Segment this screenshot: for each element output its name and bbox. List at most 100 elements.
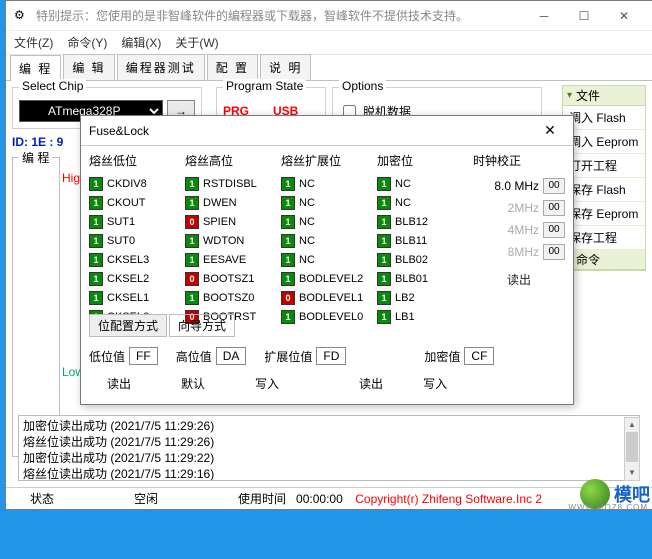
fuse-bit-row[interactable]: 1BODLEVEL2 xyxy=(281,270,373,288)
close-button[interactable]: ✕ xyxy=(604,2,644,30)
fuse-bit-indicator[interactable]: 1 xyxy=(281,272,295,286)
fuse-bit-indicator[interactable]: 1 xyxy=(89,272,103,286)
clock-read-button[interactable]: 读出 xyxy=(473,271,565,288)
fuse-bit-indicator[interactable]: 0 xyxy=(281,291,295,305)
fuse-bit-row[interactable]: 1 BOOTSZ0 xyxy=(185,289,277,307)
fuse-bit-row[interactable]: 1NC xyxy=(281,251,373,269)
fuse-bit-indicator[interactable]: 1 xyxy=(281,177,295,191)
fuse-bit-label: BOOTSZ0 xyxy=(203,292,254,304)
fuse-bit-row[interactable]: 1BLB12 xyxy=(377,213,469,231)
fuse-bit-indicator[interactable]: 1 xyxy=(185,253,199,267)
fuse-bit-row[interactable]: 1LB1 xyxy=(377,308,469,326)
fuse-bit-row[interactable]: 1BODLEVEL0 xyxy=(281,308,373,326)
fuse-bit-indicator[interactable]: 0 xyxy=(185,215,199,229)
scroll-down-icon[interactable]: ▼ xyxy=(625,466,639,480)
fuse-bit-row[interactable]: 1BLB11 xyxy=(377,232,469,250)
clock-row[interactable]: 8.0 MHz00 xyxy=(473,175,565,197)
tab-edit[interactable]: 编 辑 xyxy=(63,54,114,80)
fuse-bit-indicator[interactable]: 1 xyxy=(89,177,103,191)
fuse-bit-row[interactable]: 0BODLEVEL1 xyxy=(281,289,373,307)
fuse-bit-row[interactable]: 1NC xyxy=(377,194,469,212)
clock-value[interactable]: 00 xyxy=(543,178,565,194)
side-save-eeprom[interactable]: 保存 Eeprom xyxy=(563,202,645,226)
fuse-bit-indicator[interactable]: 1 xyxy=(89,291,103,305)
fuse-bit-row[interactable]: 1BLB01 xyxy=(377,270,469,288)
side-save-flash[interactable]: 保存 Flash xyxy=(563,178,645,202)
side-load-flash[interactable]: 调入 Flash xyxy=(563,106,645,130)
fuse-bit-row[interactable]: 1CKSEL1 xyxy=(89,289,181,307)
side-save-project[interactable]: 保存工程 xyxy=(563,226,645,250)
fuse-bit-row[interactable]: 1CKSEL3 xyxy=(89,251,181,269)
log-scrollbar[interactable]: ▲ ▼ xyxy=(624,417,640,481)
menu-file[interactable]: 文件(Z) xyxy=(14,34,53,51)
fuse-bit-row[interactable]: 1NC xyxy=(281,213,373,231)
fuse-bit-row[interactable]: 1CKOUT xyxy=(89,194,181,212)
side-load-eeprom[interactable]: 调入 Eeprom xyxy=(563,130,645,154)
lock-read-button[interactable]: 读出 xyxy=(359,375,383,392)
high-value-box[interactable]: DA xyxy=(216,347,247,365)
fuse-bit-row[interactable]: 1RSTDISBL xyxy=(185,175,277,193)
fuse-bit-row[interactable]: 1NC xyxy=(281,232,373,250)
side-head-cmd[interactable]: ▾ 命令 xyxy=(563,250,645,270)
fuse-write-button[interactable]: 写入 xyxy=(255,375,279,392)
fuse-bit-row[interactable]: 1WDTON xyxy=(185,232,277,250)
fuse-bit-indicator[interactable]: 1 xyxy=(281,196,295,210)
fuse-bit-row[interactable]: 1CKSEL2 xyxy=(89,270,181,288)
fuse-bit-row[interactable]: 1NC xyxy=(377,175,469,193)
low-value-box[interactable]: FF xyxy=(129,347,158,365)
fuse-bit-indicator[interactable]: 1 xyxy=(377,291,391,305)
fuse-bit-indicator[interactable]: 1 xyxy=(185,234,199,248)
side-open-project[interactable]: 打开工程 xyxy=(563,154,645,178)
tab-help[interactable]: 说 明 xyxy=(260,54,311,80)
fuse-bit-indicator[interactable]: 1 xyxy=(281,310,295,324)
fuse-bit-indicator[interactable]: 1 xyxy=(185,291,199,305)
fuse-bit-indicator[interactable]: 1 xyxy=(89,196,103,210)
fuse-bit-indicator[interactable]: 1 xyxy=(377,196,391,210)
menu-about[interactable]: 关于(W) xyxy=(175,34,218,51)
tab-config[interactable]: 配 置 xyxy=(207,54,258,80)
fuse-bit-row[interactable]: 0SPIEN xyxy=(185,213,277,231)
dialog-tab-bit[interactable]: 位配置方式 xyxy=(89,314,167,337)
menu-edit[interactable]: 编辑(X) xyxy=(121,34,161,51)
fuse-bit-row[interactable]: 1LB2 xyxy=(377,289,469,307)
fuse-bit-indicator[interactable]: 0 xyxy=(185,272,199,286)
maximize-button[interactable]: ☐ xyxy=(564,2,604,30)
fuse-bit-indicator[interactable]: 1 xyxy=(281,253,295,267)
fuse-bit-indicator[interactable]: 1 xyxy=(281,234,295,248)
dialog-close-button[interactable]: ✕ xyxy=(535,122,565,139)
fuse-bit-row[interactable]: 0BOOTSZ1 xyxy=(185,270,277,288)
fuse-bit-indicator[interactable]: 1 xyxy=(377,310,391,324)
fuse-bit-indicator[interactable]: 1 xyxy=(377,272,391,286)
fuse-bit-row[interactable]: 1CKDIV8 xyxy=(89,175,181,193)
fuse-bit-indicator[interactable]: 1 xyxy=(185,177,199,191)
tab-program[interactable]: 编 程 xyxy=(10,55,61,81)
scroll-thumb[interactable] xyxy=(626,432,638,462)
fuse-bit-indicator[interactable]: 1 xyxy=(377,177,391,191)
lock-value-box[interactable]: CF xyxy=(464,347,494,365)
fuse-bit-indicator[interactable]: 1 xyxy=(89,234,103,248)
minimize-button[interactable]: ─ xyxy=(524,2,564,30)
menu-command[interactable]: 命令(Y) xyxy=(67,34,107,51)
fuse-read-button[interactable]: 读出 xyxy=(107,375,131,392)
fuse-bit-indicator[interactable]: 1 xyxy=(377,215,391,229)
scroll-up-icon[interactable]: ▲ xyxy=(625,418,639,432)
fuse-bit-indicator[interactable]: 1 xyxy=(89,253,103,267)
fuse-bit-indicator[interactable]: 1 xyxy=(89,215,103,229)
side-head[interactable]: ▾ 文件 xyxy=(563,86,645,106)
fuse-bit-row[interactable]: 1DWEN xyxy=(185,194,277,212)
fuse-bit-indicator[interactable]: 1 xyxy=(281,215,295,229)
fuse-bit-indicator[interactable]: 1 xyxy=(377,234,391,248)
fuse-bit-row[interactable]: 1BLB02 xyxy=(377,251,469,269)
tab-test[interactable]: 编程器测试 xyxy=(117,54,205,80)
fuse-bit-row[interactable]: 1SUT1 xyxy=(89,213,181,231)
fuse-bit-row[interactable]: 1SUT0 xyxy=(89,232,181,250)
fuse-bit-indicator[interactable]: 1 xyxy=(185,196,199,210)
fuse-bit-row[interactable]: 1NC xyxy=(281,194,373,212)
fuse-bit-row[interactable]: 1EESAVE xyxy=(185,251,277,269)
dialog-tab-wizard[interactable]: 向导方式 xyxy=(169,314,235,337)
lock-write-button[interactable]: 写入 xyxy=(423,375,447,392)
ext-value-box[interactable]: FD xyxy=(316,347,346,365)
fuse-bit-indicator[interactable]: 1 xyxy=(377,253,391,267)
fuse-default-button[interactable]: 默认 xyxy=(181,375,205,392)
fuse-bit-row[interactable]: 1NC xyxy=(281,175,373,193)
